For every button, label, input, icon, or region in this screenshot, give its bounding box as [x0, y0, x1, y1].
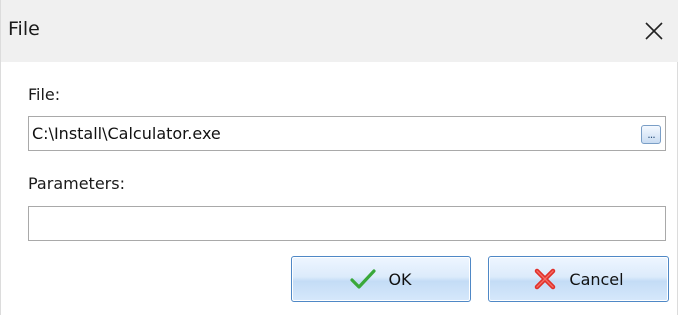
browse-button[interactable]: ... — [641, 125, 661, 144]
file-label: File: — [28, 85, 61, 104]
checkmark-icon — [350, 269, 377, 289]
ok-button[interactable]: OK — [291, 256, 471, 302]
cancel-label: Cancel — [569, 269, 624, 289]
parameters-field[interactable] — [28, 206, 666, 241]
title-bar[interactable]: File — [1, 0, 678, 62]
browse-ellipsis-icon: ... — [647, 127, 655, 141]
parameters-label: Parameters: — [28, 174, 125, 193]
ok-label: OK — [388, 269, 412, 289]
file-path-value: C:\Install\Calculator.exe — [32, 124, 221, 143]
window-title: File — [8, 18, 40, 40]
close-button[interactable] — [637, 14, 671, 48]
close-icon — [645, 22, 663, 40]
file-path-field[interactable]: C:\Install\Calculator.exe ... — [28, 116, 666, 151]
red-x-icon — [533, 267, 557, 291]
cancel-button[interactable]: Cancel — [488, 256, 669, 302]
file-dialog: File File: C:\Install\Calculator.exe ...… — [0, 0, 678, 315]
